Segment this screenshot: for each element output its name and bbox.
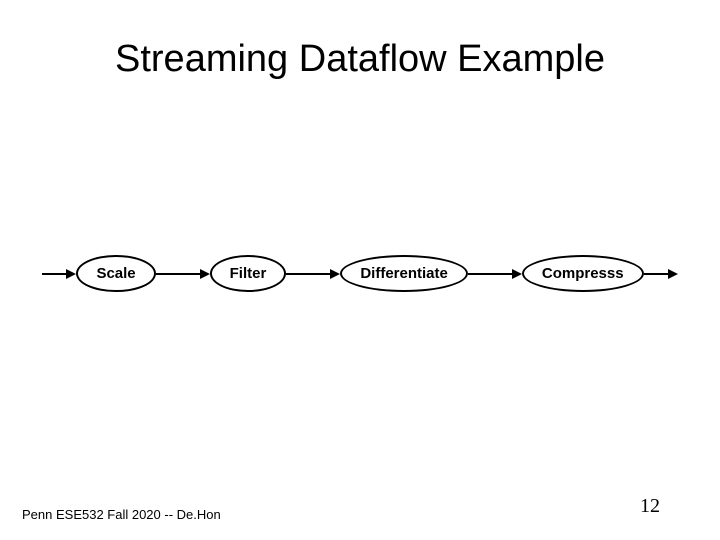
arrow-icon [468,269,522,279]
node-filter: Filter [210,255,287,292]
node-differentiate: Differentiate [340,255,468,292]
arrow-icon [644,269,678,279]
arrow-icon [286,269,340,279]
dataflow-diagram: Scale Filter Differentiate Compresss [20,255,700,292]
node-scale: Scale [76,255,155,292]
page-number: 12 [640,495,660,518]
slide-title: Streaming Dataflow Example [0,0,720,81]
arrow-icon [42,269,76,279]
arrow-icon [156,269,210,279]
footer-left: Penn ESE532 Fall 2020 -- De.Hon [22,507,221,522]
node-compresss: Compresss [522,255,644,292]
